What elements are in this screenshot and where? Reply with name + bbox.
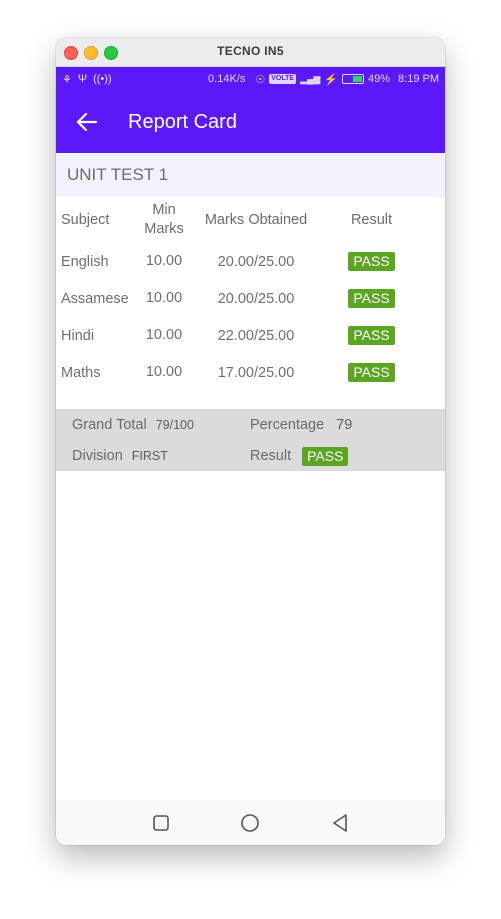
emulator-window: TECNO IN5 ⚘ Ψ ((•)) 0.14K/s ☉ VOLTE ▂▄▆ … [56,38,445,845]
back-triangle-icon [333,813,347,832]
percentage-label: Percentage [250,417,325,433]
header-marks-obtained: Marks Obtained [204,212,308,228]
overall-result-label: Result [250,448,292,464]
marks-table: Subject Min Marks Marks Obtained Result … [56,197,445,391]
clock: 8:19 PM [398,73,439,85]
division-label: Division [72,448,123,464]
page-title: Report Card [128,110,237,133]
min-marks-cell: 10.00 [145,253,183,269]
exam-section-title: UNIT TEST 1 [56,153,445,197]
subject-cell: Hindi [61,327,95,344]
back-button[interactable] [72,107,102,137]
recents-square-icon [153,814,169,831]
volte-badge: VOLTE [269,74,297,84]
status-bar: ⚘ Ψ ((•)) 0.14K/s ☉ VOLTE ▂▄▆ ⚡ 49% 8:19… [56,67,445,91]
signal-icon: ▂▄▆ [300,73,321,84]
result-badge: PASS [348,326,395,345]
table-header: Subject Min Marks Marks Obtained Result [56,197,445,243]
result-badge: PASS [348,289,395,308]
net-speed: 0.14K/s [208,73,246,85]
recents-button[interactable] [141,803,181,843]
nav-back-button[interactable] [320,803,360,843]
subject-cell: English [61,253,109,270]
result-badge: PASS [348,252,395,271]
summary-panel: Grand Total 79/100 Percentage 79 Divisio… [56,409,445,471]
wifi-calling-icon: ☉ [255,73,266,86]
home-button[interactable] [230,803,270,843]
home-circle-icon [241,813,260,832]
subject-cell: Maths [61,364,101,381]
overall-result-badge: PASS [302,446,349,466]
hotspot-icon: ((•)) [93,73,112,85]
min-marks-cell: 10.00 [145,364,183,380]
window-title: TECNO IN5 [217,44,284,58]
division-value: FIRST [131,449,168,463]
header-result: Result [350,212,393,228]
grand-total-value: 79/100 [155,418,194,432]
header-subject: Subject [61,212,110,228]
grand-total-label: Grand Total [72,417,147,433]
marks-obtained-cell: 20.00/25.00 [217,290,295,307]
min-marks-cell: 10.00 [145,290,183,306]
app-bar: Report Card [56,91,445,153]
result-badge: PASS [348,363,395,382]
percentage-value: 79 [336,417,353,433]
usb-icon: Ψ [77,73,88,85]
battery-icon [342,74,364,84]
min-marks-cell: 10.00 [145,327,183,343]
battery-percent: 49% [368,73,391,85]
marks-obtained-cell: 17.00/25.00 [217,364,295,381]
table-row: English 10.00 20.00/25.00 PASS [56,243,445,280]
marks-obtained-cell: 22.00/25.00 [217,327,295,344]
marks-obtained-cell: 20.00/25.00 [217,253,295,270]
window-titlebar: TECNO IN5 [56,38,445,67]
header-min-marks: Min Marks [144,202,184,237]
subject-cell: Assamese [61,290,129,307]
arrow-left-icon [76,112,98,132]
android-nav-bar [56,800,445,845]
table-row: Assamese 10.00 20.00/25.00 PASS [56,280,445,317]
charging-icon: ⚡ [324,73,338,86]
table-row: Hindi 10.00 22.00/25.00 PASS [56,317,445,354]
usb-debug-icon: ⚘ [62,73,72,86]
table-row: Maths 10.00 17.00/25.00 PASS [56,354,445,391]
